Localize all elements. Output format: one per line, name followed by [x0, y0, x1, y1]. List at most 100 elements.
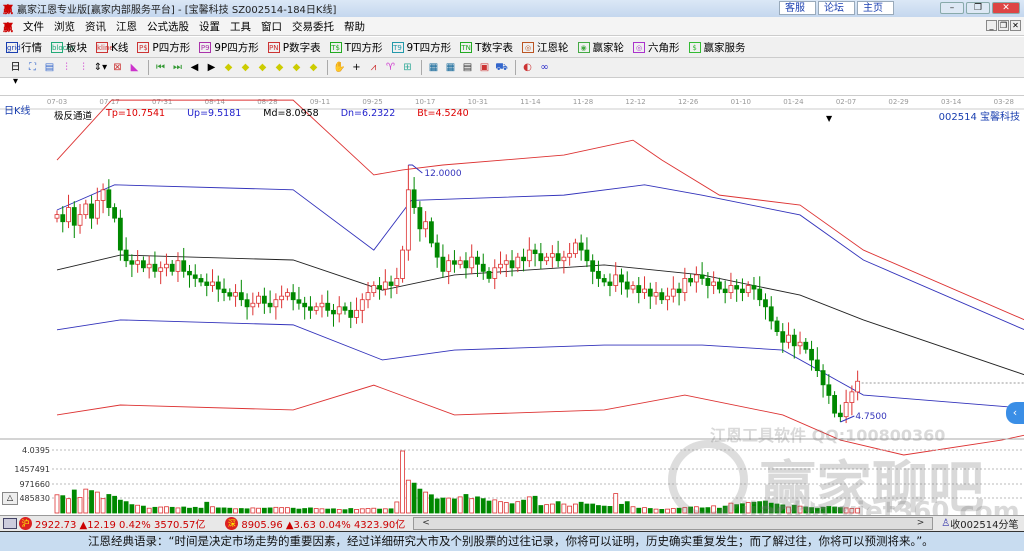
toolbar-item-11[interactable]: ◎ 六角形	[633, 40, 680, 55]
tool-icon[interactable]: ◆	[272, 61, 287, 75]
toolbar-item-1[interactable]: blocks 板块	[51, 40, 87, 55]
tool-icon[interactable]: ▦	[426, 61, 441, 75]
tool-icon[interactable]: 日▾	[8, 61, 23, 87]
mdi-restore-button[interactable]: ❐	[998, 20, 1009, 31]
tool-icon[interactable]: ◀	[187, 61, 202, 75]
volume-bar	[175, 507, 181, 514]
kline-chart[interactable]: 07-03 07-17 07-31 08-14 08-28 09-11 09-25 10-17…	[0, 94, 1024, 515]
mdi-close-button[interactable]: ✕	[1010, 20, 1021, 31]
collapse-button[interactable]: △	[2, 492, 18, 505]
menu-window[interactable]: 窗口	[261, 19, 282, 34]
menu-browse[interactable]: 浏览	[54, 19, 75, 34]
tool-icon[interactable]: ⫶	[76, 61, 91, 75]
tool-icon[interactable]: ▶	[204, 61, 219, 75]
volume-bar	[630, 506, 636, 514]
close-button[interactable]: ✕	[992, 2, 1020, 14]
menu-news[interactable]: 资讯	[85, 19, 106, 34]
restore-button[interactable]: ❐	[966, 2, 990, 14]
tool-icon[interactable]: ▤	[42, 61, 57, 75]
toolbar-item-7[interactable]: T9 9T四方形	[391, 40, 451, 55]
tick-data-button[interactable]: 收002514分笔	[950, 516, 1018, 531]
toolbar-item-8[interactable]: TN T数字表	[460, 40, 513, 55]
toolbar-item-10[interactable]: ◉ 赢家轮	[577, 40, 624, 55]
tool-icon[interactable]: ◐	[520, 61, 535, 75]
toolbar-item-4[interactable]: P9 9P四方形	[199, 40, 259, 55]
volume-bar	[169, 506, 175, 514]
volume-bar	[757, 501, 763, 514]
link-forum[interactable]: 论坛	[818, 1, 855, 15]
candle-body	[250, 302, 256, 308]
tool-icon[interactable]: ⏭	[170, 61, 185, 75]
menu-formula[interactable]: 公式选股	[147, 19, 189, 34]
volume-bar	[826, 506, 832, 514]
menu-gann[interactable]: 江恩	[116, 19, 137, 34]
toolbar-item-6[interactable]: T$ T四方形	[329, 40, 383, 55]
tool-icon[interactable]: ✋	[332, 61, 347, 75]
candle-body	[659, 292, 665, 301]
menu-file[interactable]: 文件	[23, 19, 44, 34]
indicator-name: 极反通道	[54, 111, 93, 122]
mdi-minimize-button[interactable]: _	[986, 20, 997, 31]
volume-bar	[100, 498, 106, 514]
tool-icon[interactable]: ◆	[221, 61, 236, 75]
volume-bar	[665, 508, 670, 514]
tool-icon[interactable]: ⫶	[59, 61, 74, 75]
toolbar-item-0[interactable]: grid 行情	[6, 40, 42, 55]
tool-icon[interactable]: ⊠	[110, 61, 125, 75]
candle-body	[768, 306, 774, 322]
tool-icon[interactable]: ▣	[477, 61, 492, 75]
candle-body	[751, 285, 757, 290]
toolbar-item-3[interactable]: P$ P四方形	[137, 40, 190, 55]
main-toolbar: grid 行情 blocks 板块 kline K线 P$ P四方形 P9 9P四方形 PN P数字表…	[0, 37, 1024, 58]
tool-icon[interactable]: ∞	[537, 61, 552, 75]
volume-bar	[158, 506, 164, 514]
tool-icon[interactable]: ⇕▾	[93, 61, 108, 75]
minimize-button[interactable]: –	[940, 2, 964, 14]
tool-icon[interactable]: ◣	[127, 61, 142, 75]
volume-bar	[210, 506, 215, 514]
link-service[interactable]: 客服	[779, 1, 816, 15]
date-tick: 10-31	[468, 98, 488, 106]
volume-bar	[60, 495, 66, 514]
menu-settings[interactable]: 设置	[199, 19, 220, 34]
tool-icon[interactable]: ⩘	[366, 61, 381, 75]
tool-icon[interactable]: ⏮	[153, 61, 168, 75]
menu-tools[interactable]: 工具	[230, 19, 251, 34]
tool-icon[interactable]: ▤	[460, 61, 475, 75]
tool-icon[interactable]: ⛟	[494, 61, 509, 75]
tool-icon[interactable]: ◆	[289, 61, 304, 75]
tool-icon[interactable]: ◆	[306, 61, 321, 75]
link-home[interactable]: 主页	[857, 1, 894, 15]
toolbar-item-5[interactable]: PN P数字表	[267, 40, 321, 55]
date-tick: 08-28	[257, 98, 277, 106]
toolbar-icon: $	[688, 41, 701, 53]
tool-icon[interactable]: ⛶	[25, 61, 40, 75]
side-panel-toggle[interactable]: ‹	[1006, 402, 1024, 424]
tool-icon[interactable]: +	[349, 61, 364, 75]
chart-area[interactable]: 07-03 07-17 07-31 08-14 08-28 09-11 09-25 10-17…	[0, 94, 1024, 527]
tool-icon[interactable]: ▦	[443, 61, 458, 75]
toolbar-item-9[interactable]: ◎ 江恩轮	[522, 40, 569, 55]
volume-bar	[238, 508, 244, 514]
volume-bar	[849, 508, 855, 514]
volume-bar	[261, 507, 267, 514]
volume-bar	[388, 508, 394, 514]
candle-body	[434, 242, 440, 258]
toolbar-item-12[interactable]: $ 赢家服务	[688, 40, 746, 55]
toolbar-item-2[interactable]: kline K线	[96, 40, 128, 55]
menu-help[interactable]: 帮助	[344, 19, 365, 34]
scroll-right-button[interactable]: >	[917, 518, 925, 529]
calculator-icon[interactable]	[3, 518, 17, 529]
horizontal-scrollbar[interactable]: < >	[413, 517, 934, 530]
scroll-left-button[interactable]: <	[422, 518, 430, 529]
candle-body	[832, 395, 837, 414]
menu-trade[interactable]: 交易委托	[292, 19, 334, 34]
candle-body	[112, 207, 117, 219]
volume-bar	[54, 494, 60, 514]
tool-icon[interactable]: ⊞	[400, 61, 415, 75]
volume-bar	[538, 505, 544, 514]
tool-icon[interactable]: ♈	[383, 61, 398, 75]
tool-icon[interactable]: ◆	[255, 61, 270, 75]
volume-bar	[204, 501, 210, 514]
tool-icon[interactable]: ◆	[238, 61, 253, 75]
